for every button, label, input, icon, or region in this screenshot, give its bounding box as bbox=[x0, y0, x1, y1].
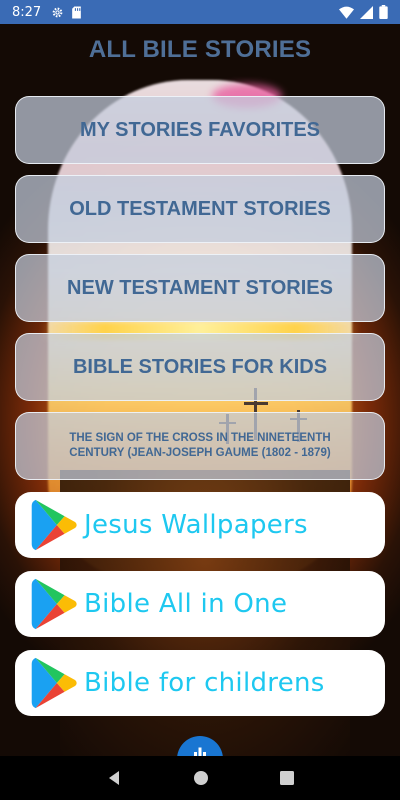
back-icon[interactable] bbox=[106, 770, 122, 786]
google-play-icon bbox=[31, 499, 77, 551]
sd-card-icon bbox=[72, 6, 82, 18]
new-testament-button[interactable]: NEW TESTAMENT STORIES bbox=[15, 254, 385, 322]
google-play-icon bbox=[31, 657, 77, 709]
cross-icon bbox=[244, 402, 268, 405]
home-icon[interactable] bbox=[193, 770, 209, 786]
status-time: 8:27 bbox=[12, 4, 42, 20]
favorites-button[interactable]: MY STORIES FAVORITES bbox=[15, 96, 385, 164]
sign-of-cross-button[interactable]: THE SIGN OF THE CROSS IN THE NINETEENTH … bbox=[15, 412, 385, 480]
old-testament-button[interactable]: OLD TESTAMENT STORIES bbox=[15, 175, 385, 243]
jesus-wallpapers-label: Jesus Wallpapers bbox=[84, 510, 308, 540]
google-play-icon bbox=[31, 578, 77, 630]
status-bar: 8:27 bbox=[0, 0, 400, 24]
jesus-wallpapers-button[interactable]: Jesus Wallpapers bbox=[15, 492, 385, 558]
bible-for-childrens-button[interactable]: Bible for childrens bbox=[15, 650, 385, 716]
navigation-bar bbox=[0, 756, 400, 800]
favorites-button-label: MY STORIES FAVORITES bbox=[79, 118, 321, 141]
page-title: ALL BILE STORIES bbox=[88, 36, 312, 63]
new-testament-button-label: NEW TESTAMENT STORIES bbox=[67, 276, 333, 299]
signal-icon bbox=[360, 5, 373, 19]
sign-of-cross-button-label: THE SIGN OF THE CROSS IN THE NINETEENTH … bbox=[69, 432, 331, 459]
battery-icon bbox=[379, 5, 388, 19]
settings-icon bbox=[52, 7, 63, 17]
recents-icon[interactable] bbox=[280, 771, 295, 785]
bible-all-in-one-button[interactable]: Bible All in One bbox=[15, 571, 385, 637]
wifi-icon bbox=[339, 6, 354, 19]
old-testament-button-label: OLD TESTAMENT STORIES bbox=[69, 197, 331, 220]
bible-for-childrens-label: Bible for childrens bbox=[84, 668, 325, 698]
kids-stories-button-label: BIBLE STORIES FOR KIDS bbox=[72, 355, 328, 378]
kids-stories-button[interactable]: BIBLE STORIES FOR KIDS bbox=[15, 333, 385, 401]
bible-all-in-one-label: Bible All in One bbox=[84, 589, 288, 619]
